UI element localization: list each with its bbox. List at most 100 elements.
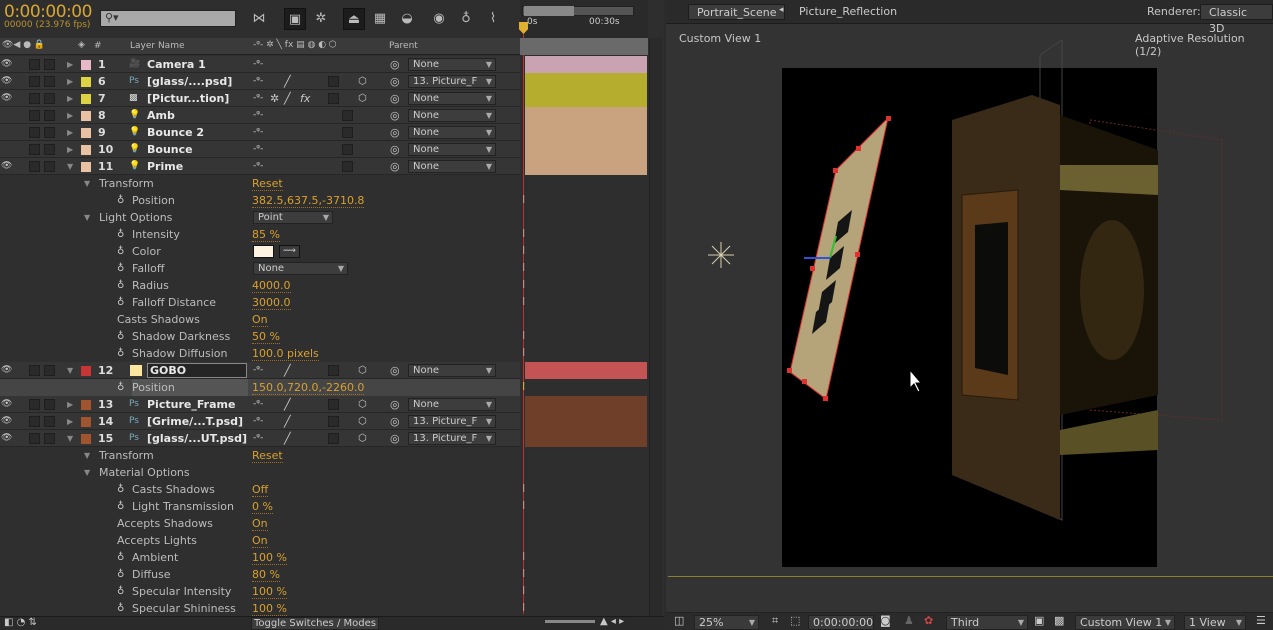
stopwatch-icon[interactable]: ♁ xyxy=(117,328,124,345)
parent-dropdown[interactable]: None xyxy=(408,364,496,377)
layer-duration-bar[interactable] xyxy=(525,396,647,413)
stopwatch-icon[interactable]: ♁ xyxy=(117,260,124,277)
property-row[interactable]: ♁ Shadow Diffusion 100.0 pixels xyxy=(0,345,520,362)
layer-name-header[interactable]: Layer Name xyxy=(130,41,185,51)
property-row[interactable]: Casts Shadows On xyxy=(0,311,520,328)
pick-whip-icon[interactable]: ◎ xyxy=(390,90,400,107)
collapsed-arrow-icon[interactable]: ▶ xyxy=(67,413,73,430)
footer-toggle-icons[interactable]: ◧ ◔ ⇅ xyxy=(4,617,37,628)
property-row[interactable]: ♁ Falloff Distance 3000.0 xyxy=(0,294,520,311)
property-row[interactable]: Accepts Shadows On xyxy=(0,515,520,532)
current-time[interactable]: 0:00:00:00 xyxy=(4,2,92,22)
lock-switch[interactable] xyxy=(44,365,55,376)
label-color[interactable] xyxy=(81,366,91,376)
keyframe-marker[interactable]: I xyxy=(522,244,525,257)
property-row[interactable]: ♁ Casts Shadows Off xyxy=(0,481,520,498)
stopwatch-icon[interactable]: ♁ xyxy=(117,243,124,260)
expanded-arrow-icon[interactable]: ▼ xyxy=(67,362,73,379)
expanded-arrow-icon[interactable]: ▼ xyxy=(67,158,73,175)
keyframe-marker[interactable]: I xyxy=(522,278,525,291)
hide-shy-icon[interactable]: ✲ xyxy=(310,8,332,30)
shy-switch-icon[interactable]: -ᵠ- xyxy=(253,90,263,107)
layer-row[interactable]: 👁 ▶ 6 Ps [glass/....psd] -ᵠ- ╱ ⬡ ◎ 13. Picture_F xyxy=(0,73,520,90)
keyframe-marker[interactable]: I xyxy=(522,261,525,274)
solo-switch[interactable] xyxy=(29,365,40,376)
keyframe-marker[interactable]: I xyxy=(522,550,525,563)
pick-whip-icon[interactable]: ◎ xyxy=(390,362,400,379)
layer-row[interactable]: 👁 ▼ 12 GOBO -ᵠ- ╱ ⬡ ◎ None xyxy=(0,362,520,379)
toggle-switches-modes-button[interactable]: Toggle Switches / Modes xyxy=(251,617,379,630)
property-row[interactable]: ♁ Intensity 85 % xyxy=(0,226,520,243)
transparency-grid-icon[interactable]: ⬚ xyxy=(790,614,800,627)
layer-duration-bar[interactable] xyxy=(525,107,647,124)
shy-switch-icon[interactable]: -ᵠ- xyxy=(253,413,263,430)
quality-switch-icon[interactable]: ╱ xyxy=(284,396,291,413)
layer-row[interactable]: 👁 ▼ 11 💡 Prime -ᵠ- ◎ None xyxy=(0,158,520,175)
motion-blur-icon[interactable]: ▦ xyxy=(369,8,391,30)
property-row[interactable]: ♁ Specular Shininess 100 % xyxy=(0,600,520,617)
checkerboard-icon[interactable]: ▩ xyxy=(1054,614,1064,627)
solo-switch[interactable] xyxy=(29,433,40,444)
shy-switch-icon[interactable]: -ᵠ- xyxy=(253,124,263,141)
property-value[interactable]: 100 % xyxy=(252,551,287,565)
layer-duration-bar[interactable] xyxy=(525,141,647,158)
custom-view-dropdown[interactable]: Custom View 1 xyxy=(1075,615,1175,630)
zoom-in-icon[interactable]: ▲ ◂ ▸ xyxy=(600,616,624,627)
label-color[interactable] xyxy=(81,77,91,87)
solo-switch[interactable] xyxy=(29,127,40,138)
expanded-arrow-icon[interactable]: ▼ xyxy=(84,175,90,192)
motion-blur-switch[interactable] xyxy=(328,93,339,104)
pick-whip-icon[interactable]: ◎ xyxy=(390,107,400,124)
layer-duration-bar[interactable] xyxy=(525,73,647,90)
lock-switch[interactable] xyxy=(44,76,55,87)
parent-dropdown[interactable]: None xyxy=(408,58,496,71)
adjustment-switch[interactable] xyxy=(342,127,353,138)
always-preview-icon[interactable]: ◫ xyxy=(674,614,684,627)
motion-blur-switch[interactable] xyxy=(328,433,339,444)
property-value[interactable]: 150.0,720.0,-2260.0 xyxy=(252,381,365,395)
solo-switch[interactable] xyxy=(29,161,40,172)
collapsed-arrow-icon[interactable]: ▶ xyxy=(67,124,73,141)
lock-switch[interactable] xyxy=(44,59,55,70)
layer-duration-bar[interactable] xyxy=(525,362,647,379)
lock-switch[interactable] xyxy=(44,399,55,410)
shy-switch-icon[interactable]: -ᵠ- xyxy=(253,141,263,158)
layer-name[interactable]: Prime xyxy=(147,158,183,175)
property-value[interactable]: 80 % xyxy=(252,568,280,582)
property-row[interactable]: ♁ Color ⟿ xyxy=(0,243,520,260)
channels-icon[interactable]: ✿ xyxy=(924,614,933,627)
layer-name[interactable]: GOBO xyxy=(147,363,247,378)
shy-switch-icon[interactable]: -ᵠ- xyxy=(253,430,263,447)
property-value[interactable]: 100 % xyxy=(252,602,287,616)
keyframe-marker[interactable]: I xyxy=(522,346,525,359)
property-row[interactable]: ♁ Specular Intensity 100 % xyxy=(0,583,520,600)
3d-view-dropdown[interactable]: Third xyxy=(946,615,1028,630)
motion-blur-switch[interactable] xyxy=(328,399,339,410)
shy-switch-icon[interactable]: -ᵠ- xyxy=(253,107,263,124)
collapsed-arrow-icon[interactable]: ▶ xyxy=(67,56,73,73)
keyframe-marker[interactable]: I xyxy=(522,499,525,512)
layer-row[interactable]: 👁 ▶ 14 Ps [Grime/...T.psd] -ᵠ- ╱ ⬡ ◎ 13. Picture_… xyxy=(0,413,520,430)
lock-switch[interactable] xyxy=(44,93,55,104)
keyframe-marker[interactable]: I xyxy=(522,601,525,614)
3d-layer-icon[interactable]: ⬡ xyxy=(358,73,367,90)
shy-switch-icon[interactable]: -ᵠ- xyxy=(253,396,263,413)
eye-icon[interactable]: 👁 xyxy=(1,413,12,430)
layer-row[interactable]: 👁 ▶ 13 Ps Picture_Frame -ᵠ- ╱ ⬡ ◎ None xyxy=(0,396,520,413)
label-color[interactable] xyxy=(81,400,91,410)
eye-icon[interactable]: 👁 xyxy=(1,56,12,73)
adjustment-switch[interactable] xyxy=(342,144,353,155)
composition-mini-flowchart-icon[interactable]: ⋈ xyxy=(248,8,270,30)
stopwatch-icon[interactable]: ♁ xyxy=(117,192,124,209)
stopwatch-icon[interactable]: ♁ xyxy=(117,226,124,243)
parent-dropdown[interactable]: None xyxy=(408,398,496,411)
adjustment-switch[interactable] xyxy=(342,110,353,121)
motion-blur-switch[interactable] xyxy=(328,76,339,87)
graph-editor-icon[interactable]: ⌇ xyxy=(482,8,504,30)
layer-name[interactable]: [glass/....psd] xyxy=(147,73,232,90)
layer-name[interactable]: Amb xyxy=(147,107,175,124)
property-value[interactable]: Reset xyxy=(252,449,283,463)
property-value[interactable]: 0 % xyxy=(252,500,273,514)
parent-dropdown[interactable]: 13. Picture_F xyxy=(408,415,496,428)
parent-dropdown[interactable]: None xyxy=(408,92,496,105)
